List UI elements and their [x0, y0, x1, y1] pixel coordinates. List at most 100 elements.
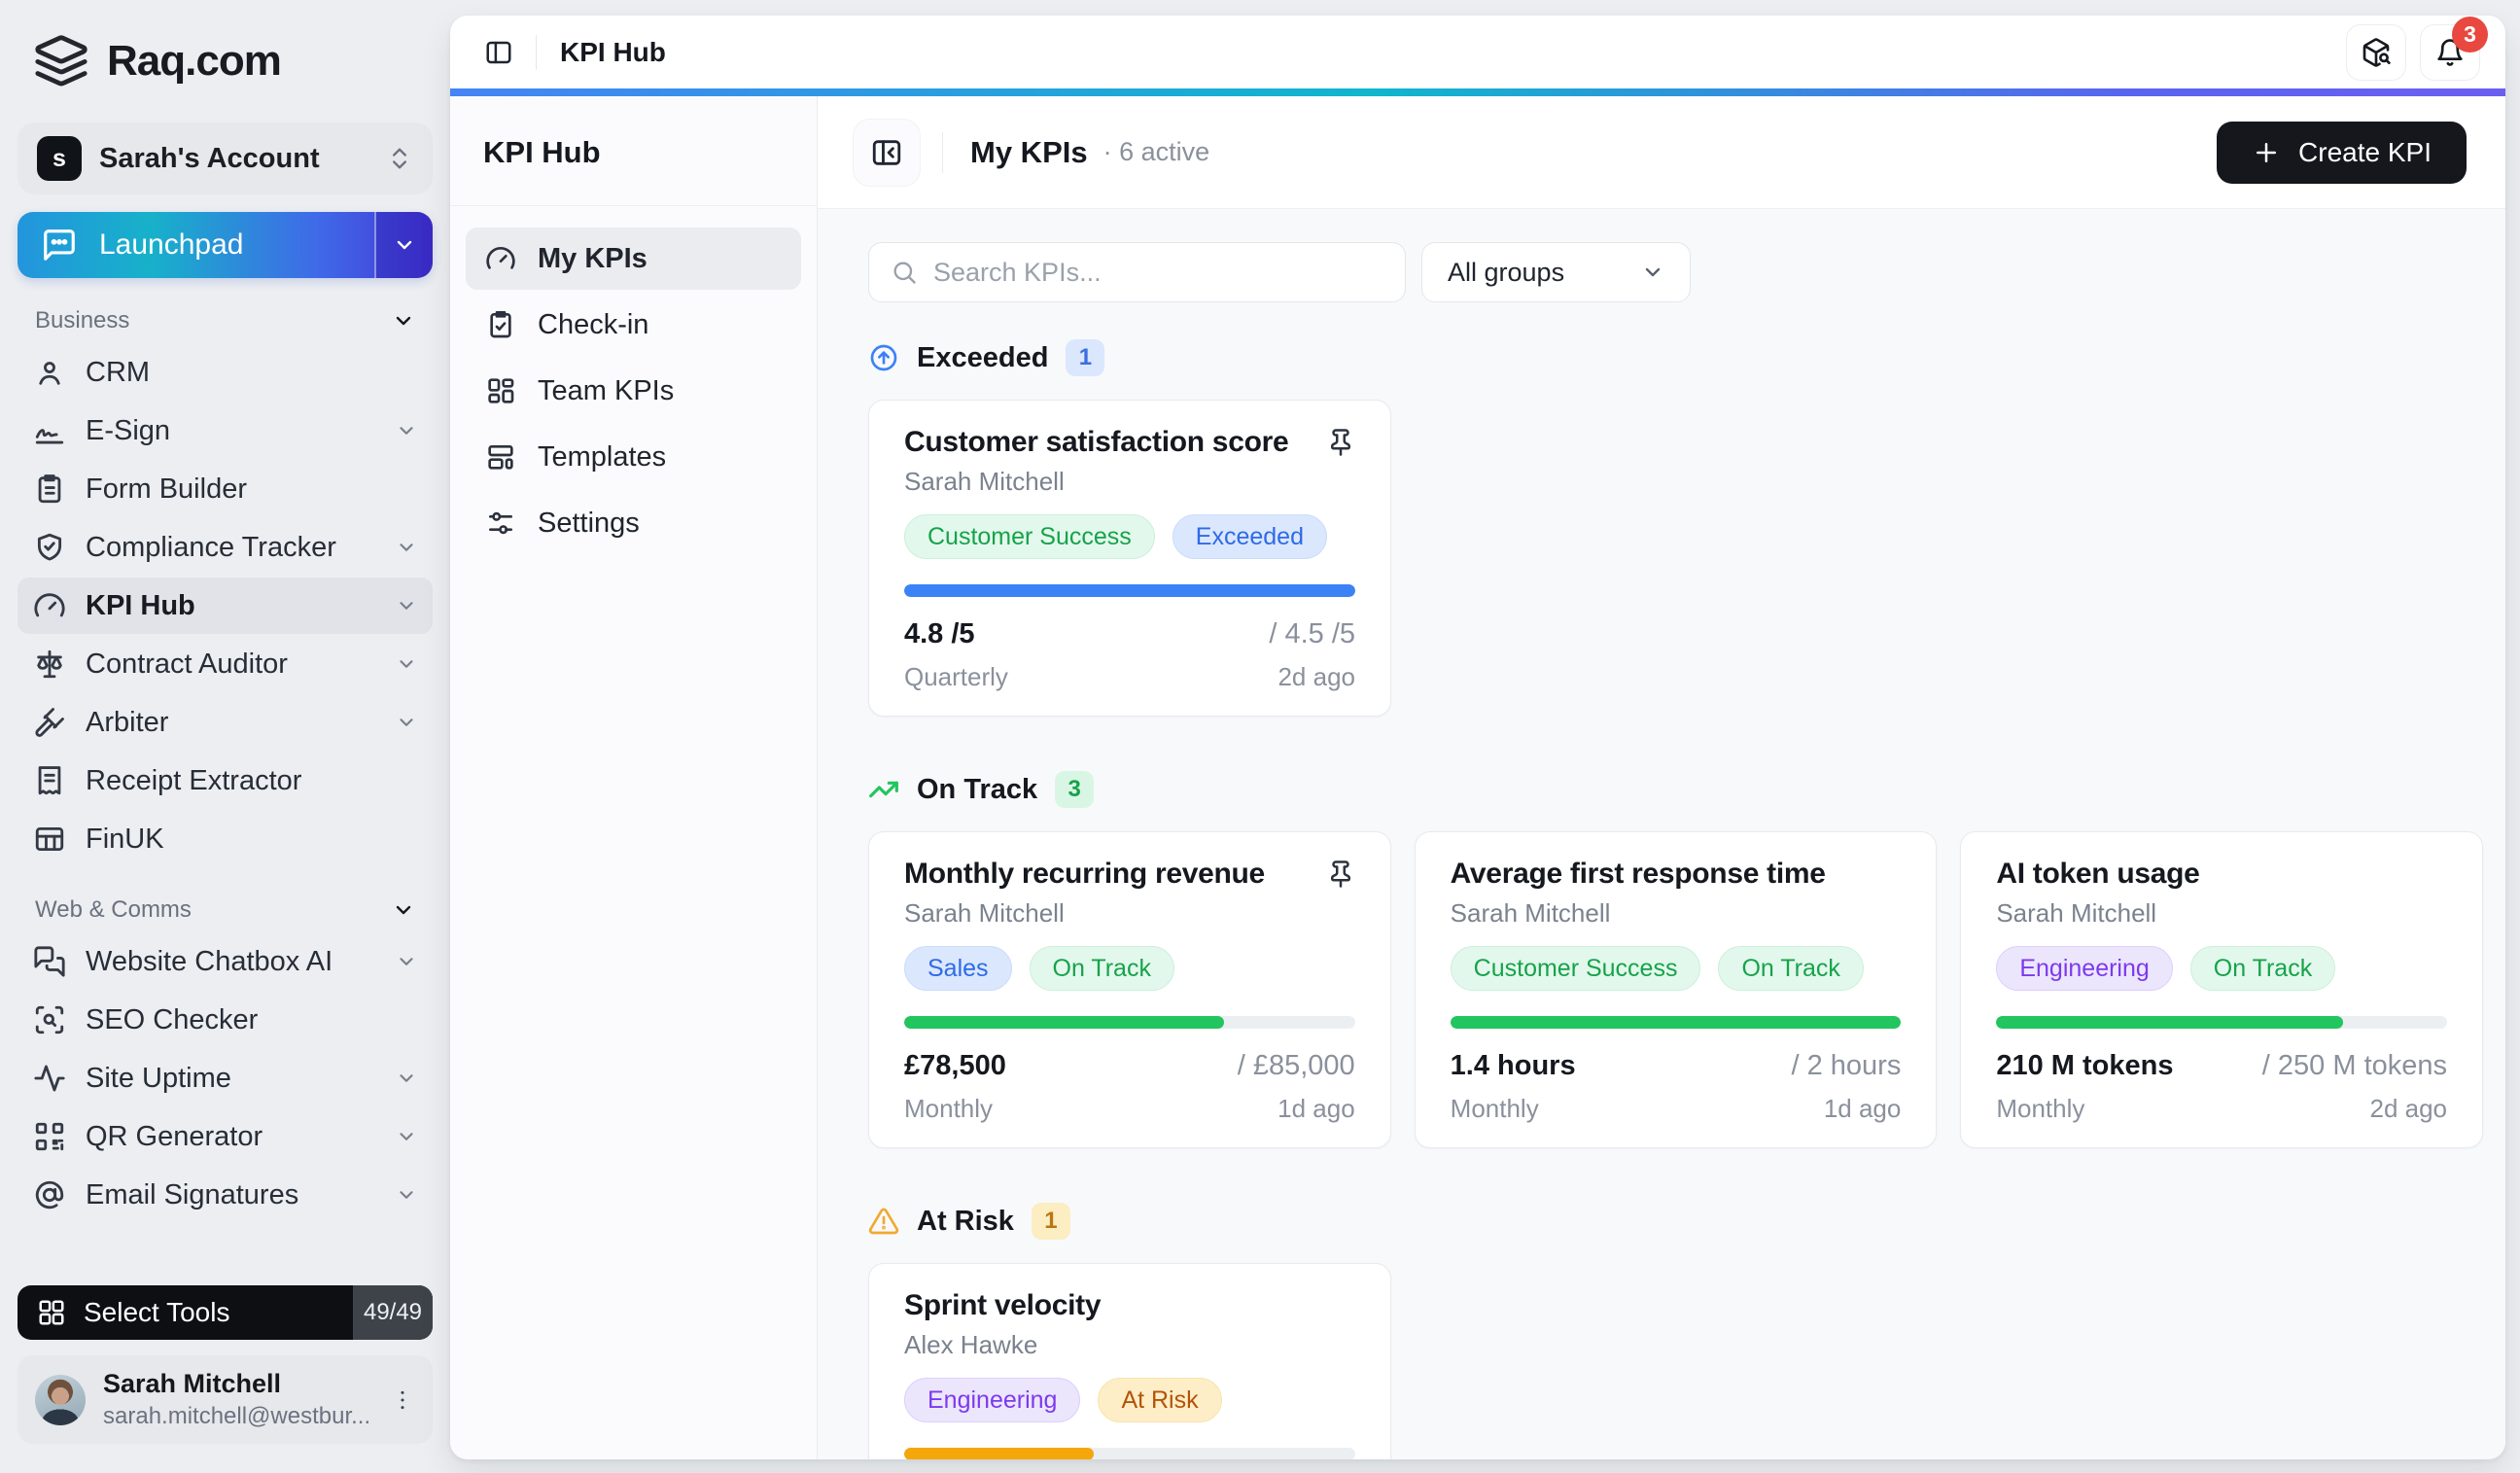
content: All groups Exceeded 1 Customer satisfactio… — [818, 209, 2505, 1459]
sidebar-item-compliance-tracker[interactable]: Compliance Tracker — [18, 519, 433, 576]
layout-dashboard-icon — [485, 375, 516, 406]
kpi-section-header: At Risk 1 — [868, 1203, 2483, 1240]
kpi-card-sprint-velocity[interactable]: Sprint velocity Alex Hawke Engineering At R… — [868, 1263, 1391, 1459]
account-switcher[interactable]: s Sarah's Account — [18, 123, 433, 194]
sidebar-item-form-builder[interactable]: Form Builder — [18, 461, 433, 517]
sidebar-item-contract-auditor[interactable]: Contract Auditor — [18, 636, 433, 692]
kpi-target-value: / 4.5 /5 — [1269, 618, 1355, 649]
create-kpi-button[interactable]: Create KPI — [2217, 121, 2467, 184]
sidebar-item-kpi-hub[interactable]: KPI Hub — [18, 578, 433, 634]
clipboard-list-icon — [33, 473, 66, 506]
sidebar-item-label: Receipt Extractor — [86, 764, 302, 796]
kpi-section-exceeded: Exceeded 1 Customer satisfaction score Sara… — [868, 339, 2483, 717]
kpi-target-value: / 2 hours — [1791, 1050, 1902, 1081]
module-nav-my-kpis[interactable]: My KPIs — [466, 228, 801, 290]
kpi-card-monthly-recurring-revenue[interactable]: Monthly recurring revenue Sarah Mitchell S… — [868, 831, 1391, 1148]
search-input[interactable] — [933, 257, 1383, 288]
module-nav-team-kpis[interactable]: Team KPIs — [466, 360, 801, 422]
sidebar-section-web-comms[interactable]: Web & Comms — [35, 896, 415, 924]
qr-code-icon — [33, 1120, 66, 1153]
select-tools-button[interactable]: Select Tools 49/49 — [18, 1285, 433, 1340]
kpi-progress-track — [1450, 1016, 1902, 1029]
kpi-card-title-row: Monthly recurring revenue — [904, 858, 1355, 891]
chevron-down-icon — [393, 233, 416, 257]
kpi-section-label: At Risk — [917, 1205, 1014, 1237]
sidebar-section-label: Web & Comms — [35, 896, 192, 923]
kpi-updated: 1d ago — [1823, 1094, 1902, 1123]
sidebar-item-receipt-extractor[interactable]: Receipt Extractor — [18, 753, 433, 809]
user-card[interactable]: Sarah Mitchell sarah.mitchell@westbur... — [18, 1355, 433, 1444]
contact-icon — [33, 356, 66, 389]
kpi-target-value: / £85,000 — [1237, 1050, 1355, 1081]
kpi-tag-sales: Sales — [904, 946, 1012, 991]
account-avatar: s — [37, 136, 82, 181]
module-nav-check-in[interactable]: Check-in — [466, 294, 801, 356]
kpi-card-footer: Monthly 1d ago — [1451, 1094, 1902, 1124]
trending-up-icon — [868, 774, 899, 805]
app-sidebar: Raq.com s Sarah's Account Launchpad Busi… — [0, 0, 450, 1473]
sidebar-item-finuk[interactable]: FinUK — [18, 811, 433, 867]
sidebar-item-crm[interactable]: CRM — [18, 344, 433, 401]
sidebar-item-website-chatbox-ai[interactable]: Website Chatbox AI — [18, 933, 433, 990]
sidebar-item-arbiter[interactable]: Arbiter — [18, 694, 433, 751]
kpi-card-footer: Monthly 2d ago — [1996, 1094, 2447, 1124]
layers-logo-icon — [33, 33, 89, 89]
pin-icon[interactable] — [1326, 428, 1355, 457]
sidebar-toggle-button[interactable] — [475, 29, 522, 76]
kpi-progress-track — [904, 584, 1355, 597]
kpi-updated: 2d ago — [1278, 662, 1355, 691]
kpi-section-count-badge: 3 — [1055, 771, 1095, 808]
sidebar-item-site-uptime[interactable]: Site Uptime — [18, 1050, 433, 1106]
page-title: My KPIs — [970, 134, 1088, 169]
clipboard-check-icon — [485, 309, 516, 340]
subtitle-separator: · — [1102, 137, 1112, 166]
kebab-menu-icon[interactable] — [390, 1385, 415, 1415]
sidebar-item-e-sign[interactable]: E-Sign — [18, 403, 433, 459]
sidebar-item-label: Compliance Tracker — [86, 531, 336, 563]
pin-icon[interactable] — [1326, 859, 1355, 889]
kpi-section-header: Exceeded 1 — [868, 339, 2483, 376]
kpi-tags: Sales On Track — [904, 946, 1355, 991]
kpi-updated: 2d ago — [2369, 1094, 2448, 1123]
package-search-button[interactable] — [2346, 23, 2406, 81]
kpi-current-value: 1.4 hours — [1450, 1050, 1576, 1081]
group-filter-select[interactable]: All groups — [1421, 242, 1691, 302]
active-count: 6 active — [1119, 137, 1210, 166]
sidebar-item-label: Form Builder — [86, 473, 247, 505]
kpi-tag-on-track: On Track — [2189, 946, 2336, 991]
launchpad-dropdown-button[interactable] — [374, 212, 433, 278]
kpi-progress-fill — [1450, 1016, 1902, 1029]
module-nav-label: Settings — [538, 507, 640, 539]
sidebar-item-label: KPI Hub — [86, 589, 195, 621]
kpi-card-footer: Monthly 1d ago — [904, 1094, 1355, 1124]
module-nav-templates[interactable]: Templates — [466, 426, 801, 488]
select-tools-label: Select Tools — [84, 1297, 230, 1327]
sidebar-item-qr-generator[interactable]: QR Generator — [18, 1108, 433, 1165]
sidebar-item-label: Arbiter — [86, 706, 169, 738]
kpi-card-customer-satisfaction-score[interactable]: Customer satisfaction score Sarah Mitchel… — [868, 400, 1391, 717]
launchpad-split-button: Launchpad — [18, 212, 433, 278]
topbar: KPI Hub 3 — [450, 16, 2505, 88]
kpi-card-ai-token-usage[interactable]: AI token usage Sarah Mitchell Engineering O… — [1960, 831, 2484, 1148]
kpi-card-title-row: AI token usage — [1996, 858, 2447, 891]
activity-icon — [33, 1062, 66, 1095]
kpi-owner: Sarah Mitchell — [1450, 898, 1611, 928]
sidebar-item-label: Contract Auditor — [86, 648, 288, 680]
module-title: KPI Hub — [450, 96, 817, 206]
sidebar-item-seo-checker[interactable]: SEO Checker — [18, 992, 433, 1048]
launchpad-button[interactable]: Launchpad — [18, 212, 374, 278]
notifications-button[interactable]: 3 — [2420, 16, 2488, 81]
sidebar-item-email-signatures[interactable]: Email Signatures — [18, 1167, 433, 1223]
kpi-target-value: / 250 M tokens — [2261, 1050, 2448, 1081]
shield-check-icon — [33, 531, 66, 564]
kpi-progress-fill — [904, 1448, 1094, 1459]
module-nav-settings[interactable]: Settings — [466, 492, 801, 554]
settings-sliders-icon — [485, 508, 516, 539]
panel-collapse-button[interactable] — [853, 118, 921, 187]
kpi-values-row: £78,500 / £85,000 — [904, 1050, 1355, 1082]
scan-search-icon — [33, 1003, 66, 1036]
kpi-card-average-first-response-time[interactable]: Average first response time Sarah Mitchel… — [1414, 831, 1938, 1148]
kpi-card-title-row: Average first response time — [1451, 858, 1902, 891]
sidebar-section-business[interactable]: Business — [35, 307, 415, 334]
kpi-current-value: £78,500 — [904, 1050, 1006, 1081]
